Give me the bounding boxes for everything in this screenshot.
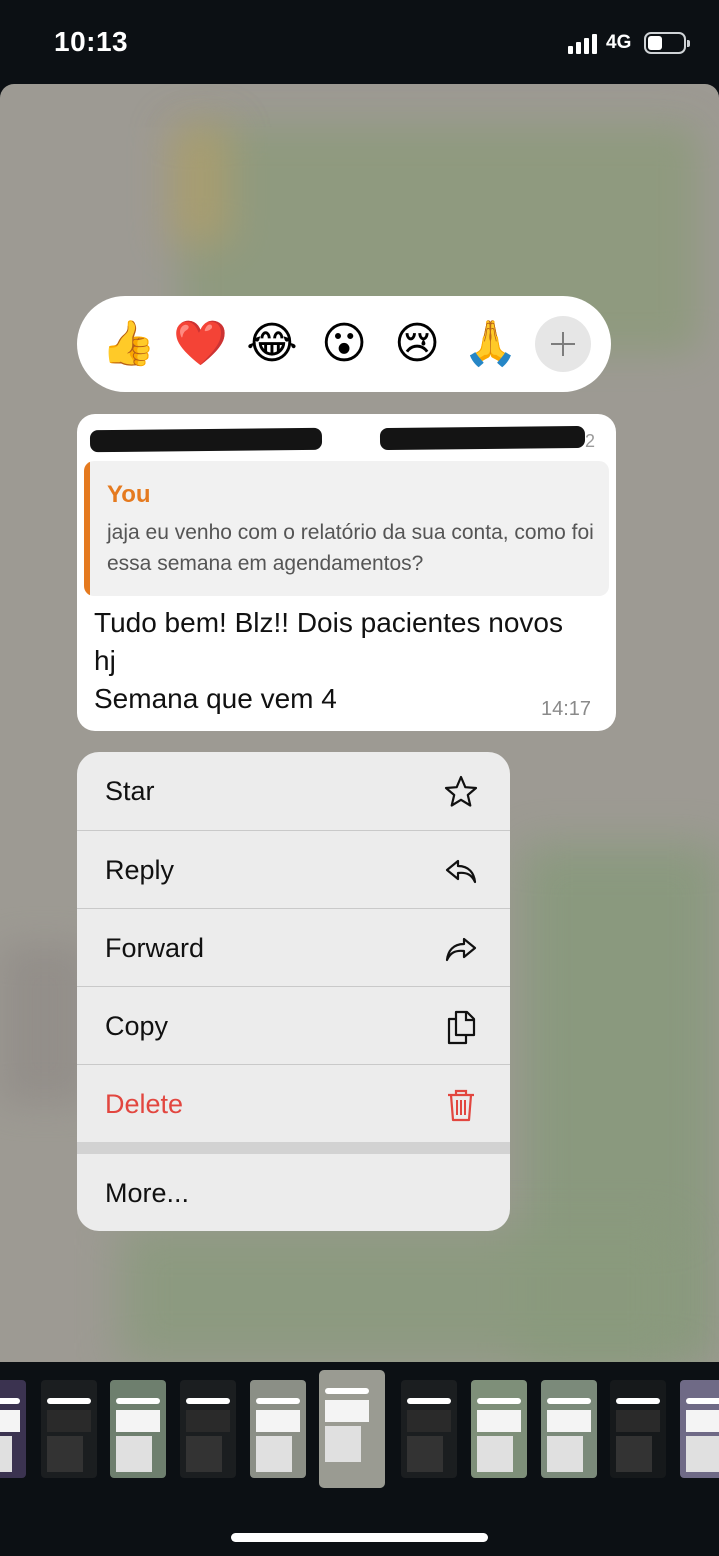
message-time: 14:17 [541,698,592,720]
context-menu: Star Reply Forward Copy Delete More... [77,752,510,1231]
redacted-header [379,425,586,451]
trash-icon [448,1089,474,1122]
plus-icon[interactable] [535,316,591,372]
menu-item-label: Star [105,776,155,806]
menu-item-star[interactable]: Star [77,752,510,830]
copy-icon [447,1010,476,1045]
status-time: 10:13 [54,26,129,57]
home-indicator[interactable] [231,1533,488,1542]
message-line: Semana que vem 4 [94,683,337,714]
battery-icon [644,32,690,54]
quote-text: jaja eu venho com o relatório da sua con… [107,521,594,575]
reply-icon [445,859,477,884]
message-line: Tudo bem! Blz!! Dois pacientes novos [94,607,563,638]
praying-hands-reaction[interactable]: 🙏 [463,318,518,370]
status-bar: 10:13 4G [0,0,719,84]
menu-item-label: Delete [105,1089,184,1119]
surprised-reaction[interactable]: 😮 [318,318,370,370]
menu-item-forward[interactable]: Forward [77,909,510,987]
screenshot-thumbnail-strip [0,1362,719,1522]
menu-item-label: More... [105,1178,190,1208]
message-text: Tudo bem! Blz!! Dois pacientes novos hj … [94,604,604,718]
thumbnail[interactable] [401,1380,457,1478]
message-line: hj [94,645,116,676]
menu-item-label: Copy [105,1011,169,1041]
thumbnail-selected[interactable] [319,1370,385,1488]
thumbs-up-reaction[interactable]: 👍 [101,318,156,370]
thumbnail[interactable] [110,1380,166,1478]
heart-reaction[interactable]: ❤️ [173,318,228,370]
blurred-chat-background[interactable]: 👍 ❤️ 😂 😮 😢 🙏 2 You jaja eu venho com o r… [0,84,719,1362]
quote-accent-bar [84,461,90,596]
menu-item-reply[interactable]: Reply [77,831,510,909]
crying-reaction[interactable]: 😢 [391,318,443,370]
quote-author: You [107,481,151,508]
redacted-sender [89,427,323,453]
menu-item-more[interactable]: More... [77,1154,510,1231]
menu-item-delete[interactable]: Delete [77,1065,510,1143]
thumbnail[interactable] [680,1380,719,1478]
menu-item-label: Reply [105,855,175,885]
thumbnail[interactable] [0,1380,26,1478]
header-tail: 2 [585,431,596,451]
thumbnail[interactable] [250,1380,306,1478]
quoted-message[interactable]: You jaja eu venho com o relatório da sua… [84,461,609,596]
thumbnail[interactable] [471,1380,527,1478]
reaction-bar: 👍 ❤️ 😂 😮 😢 🙏 [77,296,611,392]
laughing-reaction[interactable]: 😂 [246,318,298,370]
menu-item-label: Forward [105,933,205,963]
thumbnail[interactable] [541,1380,597,1478]
thumbnail[interactable] [610,1380,666,1478]
thumbnail[interactable] [180,1380,236,1478]
network-label: 4G [606,32,632,53]
forward-icon [445,937,477,962]
thumbnail[interactable] [41,1380,97,1478]
signal-icon [568,34,600,54]
menu-item-copy[interactable]: Copy [77,987,510,1065]
star-icon [444,775,478,807]
